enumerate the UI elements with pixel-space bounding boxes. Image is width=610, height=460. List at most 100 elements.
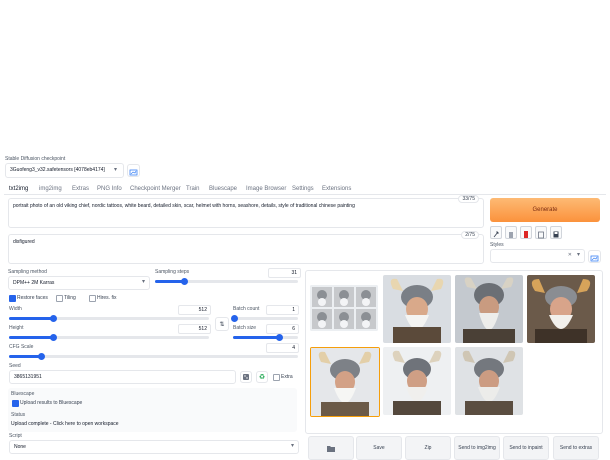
sampling-steps-slider[interactable]	[155, 278, 298, 285]
gallery-image-2[interactable]	[455, 275, 523, 343]
viking-portrait	[455, 347, 523, 415]
swap-dimensions-button[interactable]: ⇅	[215, 317, 229, 331]
cfg-scale-slider[interactable]	[9, 353, 298, 360]
sampling-method-select[interactable]: DPM++ 2M Karras ▾	[8, 276, 150, 290]
sampling-method-label: Sampling method	[8, 269, 47, 275]
gallery-image-grid[interactable]	[310, 285, 378, 331]
save-button[interactable]: Save	[356, 436, 402, 460]
arrow-icon	[493, 231, 499, 238]
tab-bluescape[interactable]: Bluescape	[209, 186, 237, 192]
gallery-image-5[interactable]	[383, 347, 451, 415]
open-folder-button[interactable]	[308, 436, 354, 460]
extra-seed-label: Extra	[281, 374, 293, 380]
width-input[interactable]: 512	[178, 305, 211, 315]
random-seed-button[interactable]	[240, 371, 252, 383]
trash-icon	[509, 232, 513, 238]
sampling-steps-label: Sampling steps	[155, 269, 190, 275]
refresh-icon	[129, 169, 138, 176]
height-slider[interactable]	[9, 334, 209, 341]
send-to-extras-button[interactable]: Send to extras	[553, 436, 599, 460]
height-input[interactable]: 512	[178, 324, 211, 334]
negative-prompt-text: disfigured	[13, 239, 35, 245]
viking-portrait	[311, 348, 379, 416]
checkpoint-select[interactable]: 3Guofeng3_v32.safetensors [4078eb4174] ▾	[5, 163, 124, 178]
batch-count-slider[interactable]	[231, 315, 298, 322]
viking-portrait-grid	[310, 285, 378, 331]
batch-count-input[interactable]: 1	[266, 305, 299, 315]
refresh-styles-button[interactable]	[588, 250, 601, 263]
generate-label: Generate	[532, 207, 558, 213]
tab-extensions[interactable]: Extensions	[322, 186, 351, 192]
prompt-text: portrait photo of an old viking chief, n…	[13, 203, 355, 209]
reuse-seed-button[interactable]: ♻	[256, 371, 268, 383]
recycle-icon: ♻	[258, 374, 266, 381]
negative-token-counter: 2/75	[461, 231, 479, 239]
prompt-token-counter: 33/75	[458, 195, 479, 203]
upload-bluescape-checkbox[interactable]	[12, 400, 19, 407]
cfg-scale-label: CFG Scale	[9, 344, 34, 350]
chevron-down-icon: ▾	[113, 167, 117, 173]
tab-extras[interactable]: Extras	[72, 186, 89, 192]
extra-seed-checkbox[interactable]	[273, 374, 280, 381]
viking-portrait	[383, 347, 451, 415]
batch-count-label: Batch count	[233, 306, 260, 312]
tab-img2img[interactable]: img2img	[39, 186, 62, 192]
trash-button[interactable]	[505, 226, 517, 239]
tab-divider	[4, 194, 606, 195]
send-to-img2img-button[interactable]: Send to img2img	[454, 436, 500, 460]
batch-size-input[interactable]: 6	[266, 324, 299, 334]
extra-networks-button[interactable]	[520, 226, 532, 239]
gallery-image-1[interactable]	[383, 275, 451, 343]
read-params-button[interactable]	[490, 226, 502, 239]
prompt-input[interactable]: portrait photo of an old viking chief, n…	[8, 195, 484, 228]
gallery-image-4[interactable]	[310, 347, 380, 417]
refresh-icon	[590, 255, 599, 262]
checkpoint-label: Stable Diffusion checkpoint	[5, 156, 66, 162]
apply-style-button[interactable]	[535, 226, 547, 239]
cfg-scale-input[interactable]: 4	[266, 343, 299, 353]
generate-button[interactable]: Generate	[490, 198, 600, 222]
status-label: Status	[11, 412, 26, 418]
tab-checkpoint-merger[interactable]: Checkpoint Merger	[130, 186, 181, 192]
tiling-label: Tiling	[64, 295, 76, 301]
tab-settings[interactable]: Settings	[292, 186, 314, 192]
tab-txt2img[interactable]: txt2img	[9, 186, 28, 192]
seed-input[interactable]: 3865131951	[9, 370, 236, 384]
batch-size-slider[interactable]	[233, 334, 298, 341]
seed-label: Seed	[9, 363, 21, 369]
clipboard-icon	[538, 231, 544, 239]
tab-png-info[interactable]: PNG Info	[97, 186, 122, 192]
refresh-checkpoint-button[interactable]	[127, 164, 140, 177]
negative-prompt-input[interactable]: disfigured 2/75	[8, 231, 484, 264]
restore-faces-checkbox[interactable]	[9, 295, 16, 302]
chevron-down-icon: ▾	[290, 443, 294, 449]
folder-icon	[327, 445, 335, 452]
hires-fix-label: Hires. fix	[97, 295, 117, 301]
styles-select[interactable]: ✕ ▾	[490, 249, 585, 263]
batch-size-label: Batch size	[233, 325, 257, 331]
save-style-button[interactable]	[550, 226, 562, 239]
gallery-image-3[interactable]	[527, 275, 595, 343]
tab-train[interactable]: Train	[186, 186, 199, 192]
styles-label: Styles	[490, 242, 504, 248]
sampling-method-value: DPM++ 2M Karras	[13, 280, 55, 286]
script-select[interactable]: None ▾	[9, 440, 299, 454]
restore-faces-label: Restore faces	[17, 295, 48, 301]
script-value: None	[14, 444, 26, 450]
upload-bluescape-label: Upload results to Bluescape	[20, 400, 83, 406]
checkpoint-value: 3Guofeng3_v32.safetensors [4078eb4174]	[10, 167, 105, 173]
gallery-image-6[interactable]	[455, 347, 523, 415]
status-link[interactable]: Upload complete - Click here to open wor…	[11, 421, 119, 427]
chevron-down-icon: ▾	[576, 252, 580, 258]
script-label: Script	[9, 433, 22, 439]
width-slider[interactable]	[9, 315, 209, 322]
send-to-inpaint-button[interactable]: Send to inpaint	[503, 436, 549, 460]
tiling-checkbox[interactable]	[56, 295, 63, 302]
seed-value: 3865131951	[14, 374, 42, 380]
tab-image-browser[interactable]: Image Browser	[246, 186, 286, 192]
floppy-icon	[553, 231, 559, 238]
viking-portrait	[527, 275, 595, 343]
sampling-steps-input[interactable]: 31	[268, 268, 301, 278]
hires-fix-checkbox[interactable]	[89, 295, 96, 302]
zip-button[interactable]: Zip	[405, 436, 451, 460]
